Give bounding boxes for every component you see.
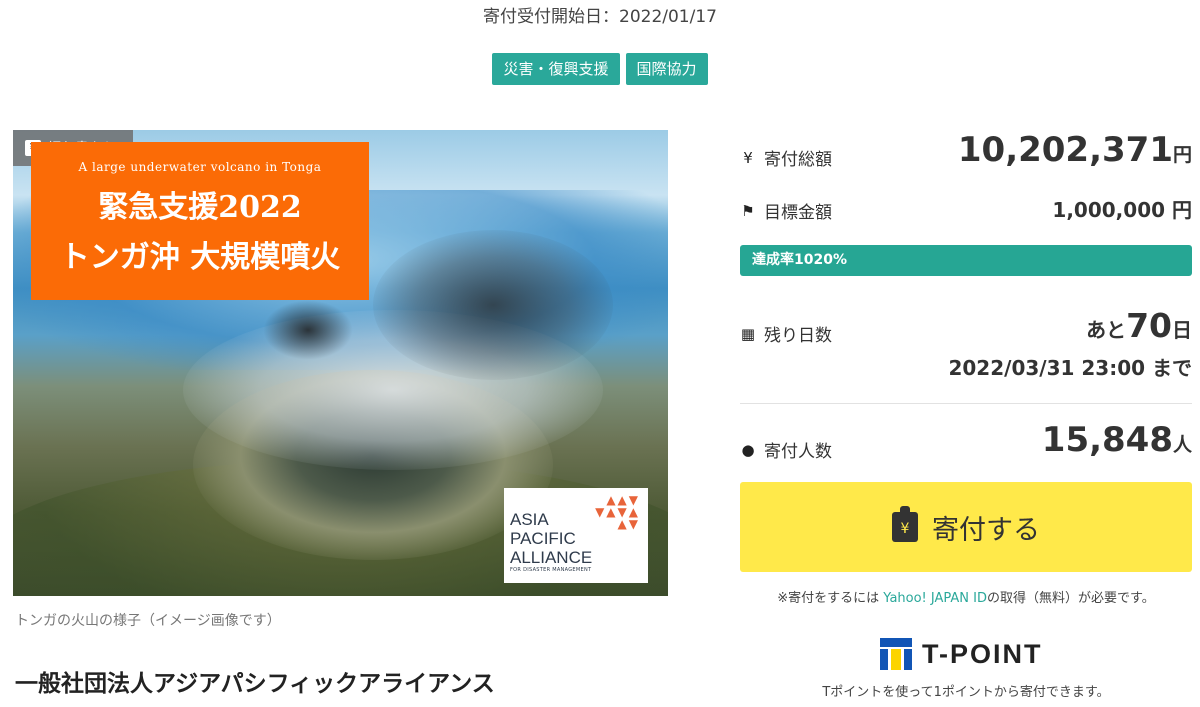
tag-disaster-support[interactable]: 災害・復興支援 <box>492 53 620 85</box>
tpoint-logo: T-POINT <box>880 638 1043 670</box>
deadline-date: 2022/03/31 23:00 まで <box>948 356 1192 380</box>
yen-icon: ¥ <box>743 148 753 167</box>
achievement-progress-bar: 達成率1020% <box>740 245 1192 276</box>
total-donation-value: 10,202,371円 <box>957 130 1192 170</box>
total-donation-label: 寄付総額 <box>764 150 832 170</box>
goal-amount-value: 1,000,000 円 <box>1052 198 1192 222</box>
total-donation-row: ¥ 寄付総額 10,202,371円 <box>740 130 1192 180</box>
person-icon: ● <box>741 440 755 459</box>
hero-banner-subtitle: A large underwater volcano in Tonga <box>78 160 322 174</box>
goal-amount-row: ⚑ 目標金額 1,000,000 円 <box>740 192 1192 226</box>
project-hero-image: ¥ 領収書なし A large underwater volcano in To… <box>13 130 668 596</box>
goal-amount-label: 目標金額 <box>764 203 832 223</box>
divider <box>740 403 1192 404</box>
remaining-days-value: あと70日 <box>1086 306 1192 345</box>
achievement-rate-label: 達成率1020% <box>752 252 847 268</box>
yahoo-japan-id-link[interactable]: Yahoo! JAPAN ID <box>883 591 987 606</box>
donate-button-label: 寄付する <box>932 514 1040 546</box>
hero-banner-title-line2: トンガ沖 大規模噴火 <box>59 240 341 275</box>
flag-icon: ⚑ <box>741 201 755 220</box>
donation-box-icon: ¥ <box>892 506 918 542</box>
organization-name[interactable]: 一般社団法人アジアパシフィックアライアンス <box>15 664 495 698</box>
donor-count-label: 寄付人数 <box>764 442 832 462</box>
remaining-days-label: 残り日数 <box>764 326 832 346</box>
tpoint-mark-icon <box>880 638 912 670</box>
yahoo-id-note: ※寄付をするには Yahoo! JAPAN IDの取得（無料）が必要です。 <box>777 591 1155 606</box>
donation-start-date: 寄付受付開始日：2022/01/17 <box>483 7 717 27</box>
calendar-icon: ▦ <box>740 324 756 343</box>
donor-count-value: 15,848人 <box>1041 420 1192 460</box>
tag-international-cooperation[interactable]: 国際協力 <box>625 53 708 85</box>
donor-count-row: ● 寄付人数 15,848人 <box>740 420 1192 464</box>
category-tags: 災害・復興支援 国際協力 <box>0 53 1200 85</box>
birds-icon: ▲▲▼ ▼▲▼▲ ▲▼ <box>595 493 640 531</box>
organization-logo: ▲▲▼ ▼▲▼▲ ▲▼ ASIA PACIFIC ALLIANCE FOR DISA… <box>504 488 648 583</box>
tpoint-note: Tポイントを使って1ポイントから寄付できます。 <box>822 685 1110 700</box>
remaining-days-row: ▦ 残り日数 あと70日 <box>740 306 1192 346</box>
hero-banner-title-line1: 緊急支援2022 <box>98 190 302 225</box>
donate-button[interactable]: ¥ 寄付する <box>740 482 1192 572</box>
image-caption: トンガの火山の様子（イメージ画像です） <box>15 613 281 629</box>
hero-banner: A large underwater volcano in Tonga 緊急支援… <box>31 142 369 300</box>
